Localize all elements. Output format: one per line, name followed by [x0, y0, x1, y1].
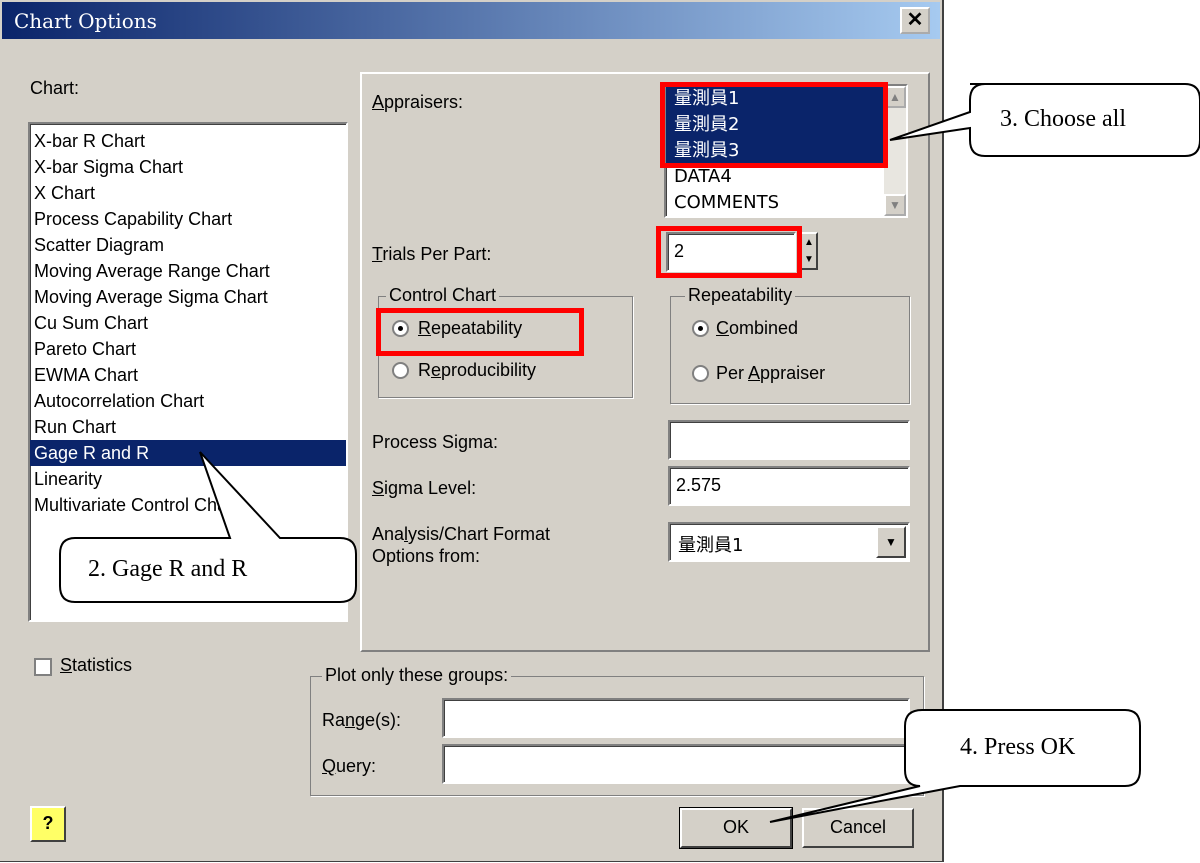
press-ok-callout	[769, 709, 1141, 823]
choose-all-callout-text: 3. Choose all	[1000, 106, 1126, 132]
gage-callout-text: 2. Gage R and R	[88, 556, 248, 582]
press-ok-callout-text: 4. Press OK	[960, 734, 1076, 760]
